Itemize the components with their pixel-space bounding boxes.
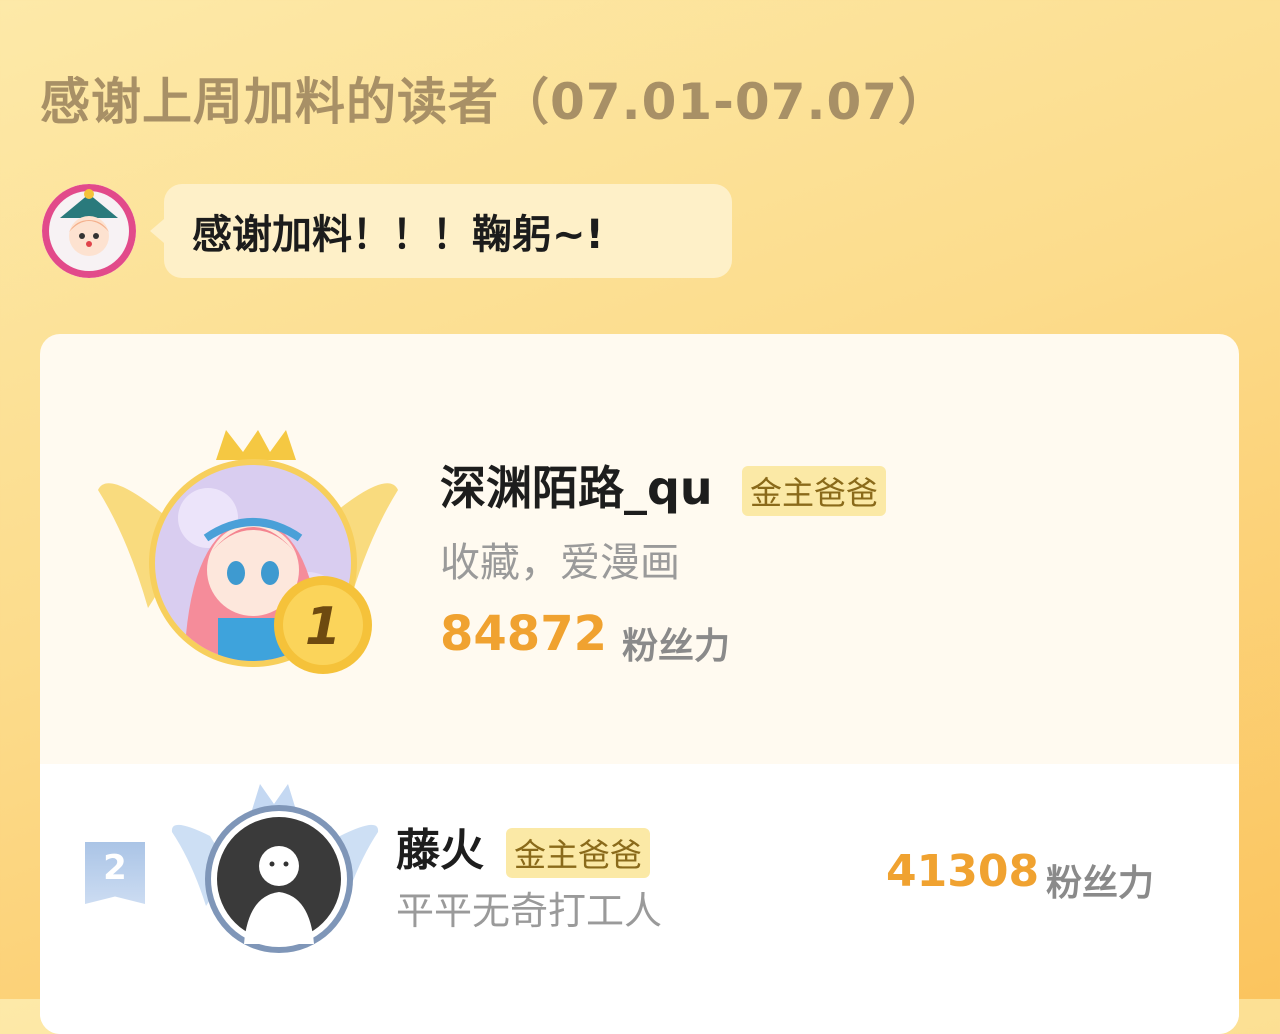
- rank2-score-unit: 粉丝力: [1046, 863, 1155, 904]
- page-title: 感谢上周加料的读者（07.01-07.07）: [40, 73, 950, 131]
- rank2-name[interactable]: 藤火: [396, 814, 484, 878]
- crown-icon: [216, 430, 296, 460]
- rank1-score-unit: 粉丝力: [622, 626, 731, 667]
- rank2-score: 41308: [886, 846, 1040, 897]
- gold-medal-icon: 1: [274, 576, 372, 674]
- rank1-badge: 金主爸爸: [742, 466, 887, 516]
- author-message-bubble: 感谢加料！！！鞠躬~!: [150, 184, 732, 278]
- leaderboard-card: 1 深渊陌路_qu 金主爸爸 收藏，爱漫画 84872 粉丝力 2 藤火 金主爸…: [40, 334, 1239, 1034]
- author-avatar-image: [42, 184, 136, 278]
- rank1-signature: 收藏，爱漫画: [440, 540, 680, 586]
- rank2-signature: 平平无奇打工人: [396, 889, 663, 933]
- rank1-number: 1: [305, 597, 341, 657]
- author-avatar[interactable]: [42, 184, 136, 278]
- rank1-name[interactable]: 深渊陌路_qu: [440, 452, 713, 518]
- rank2-badge: 金主爸爸: [506, 828, 651, 878]
- rank-ribbon-icon: 2: [85, 842, 145, 904]
- rank1-score: 84872: [440, 606, 607, 662]
- rank2-avatar[interactable]: [204, 804, 354, 954]
- rank2-number: 2: [103, 848, 127, 888]
- author-message-text: 感谢加料！！！鞠躬~!: [192, 212, 604, 258]
